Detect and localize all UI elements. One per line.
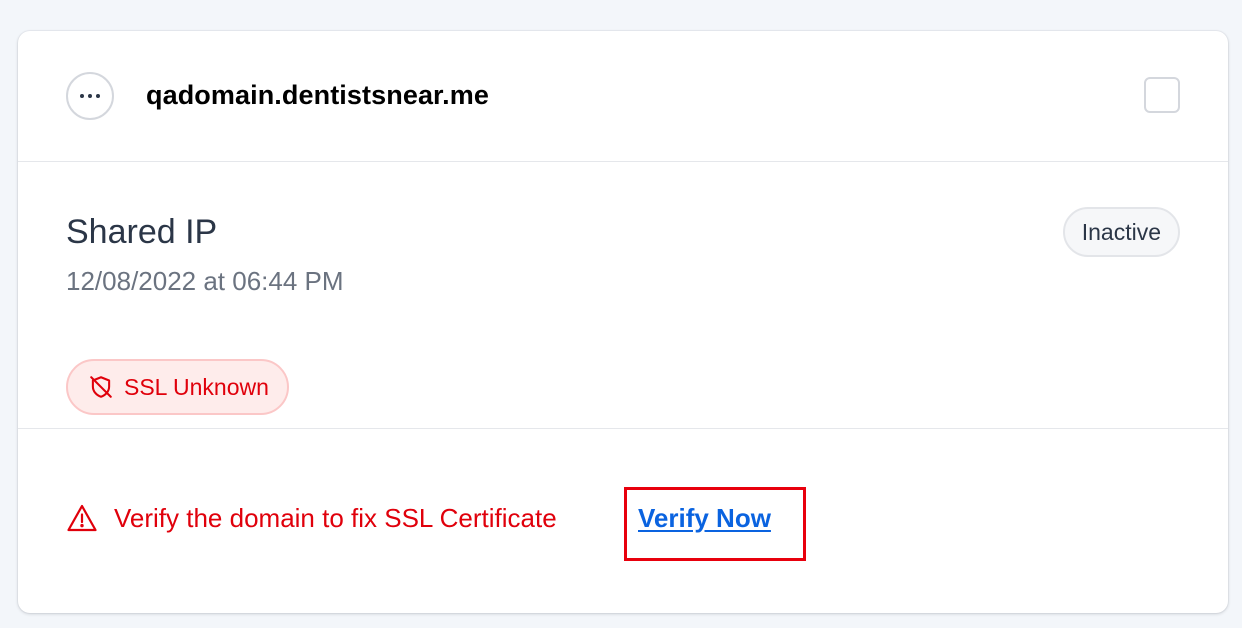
ip-type: Shared IP <box>66 213 218 251</box>
card-details: Shared IP 12/08/2022 at 06:44 PM Inactiv… <box>18 162 1228 429</box>
created-date: 12/08/2022 at 06:44 PM <box>66 266 344 296</box>
ssl-status-badge: SSL Unknown <box>66 359 289 415</box>
status-badge: Inactive <box>1062 207 1180 257</box>
ellipsis-icon <box>80 94 100 98</box>
domain-card: qadomain.dentistsnear.me Shared IP 12/08… <box>18 31 1228 613</box>
card-header: qadomain.dentistsnear.me <box>18 31 1228 162</box>
shield-off-icon <box>88 374 114 400</box>
more-options-button[interactable] <box>66 72 114 120</box>
ssl-status-label: SSL Unknown <box>124 374 269 400</box>
select-checkbox[interactable] <box>1144 77 1180 113</box>
domain-name: qadomain.dentistsnear.me <box>146 80 489 110</box>
ssl-warning-message: Verify the domain to fix SSL Certificate <box>114 503 557 533</box>
warning-triangle-icon <box>66 503 98 538</box>
card-footer: Verify the domain to fix SSL Certificate… <box>18 429 1228 613</box>
verify-now-link[interactable]: Verify Now <box>638 502 771 534</box>
